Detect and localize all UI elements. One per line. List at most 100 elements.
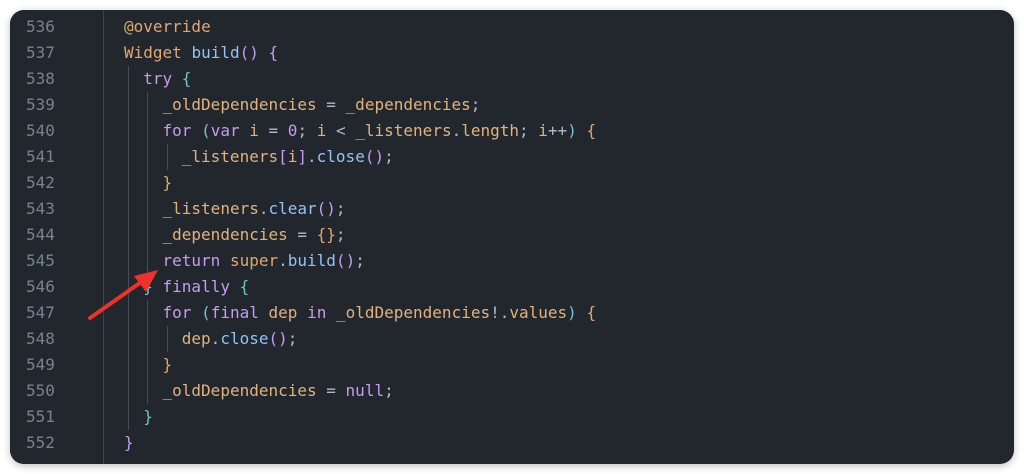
code-token: () xyxy=(239,43,259,62)
code-token: () xyxy=(316,199,336,218)
indent-guide xyxy=(128,352,129,378)
indent-guide xyxy=(128,170,129,196)
code-line[interactable]: 548 dep.close(); xyxy=(10,326,1014,352)
code-token: [ xyxy=(278,147,288,166)
code-token: null xyxy=(345,381,385,400)
code-token: i xyxy=(249,121,259,140)
code-line[interactable]: 550 _oldDependencies = null; xyxy=(10,378,1014,404)
code-text: _listeners.clear(); xyxy=(163,196,346,222)
code-token: @override xyxy=(124,17,211,36)
code-line[interactable]: 549} xyxy=(10,352,1014,378)
code-token: values xyxy=(509,303,568,322)
code-token: ; xyxy=(470,95,481,114)
code-text: Widget build() { xyxy=(124,40,278,66)
line-number: 544 xyxy=(26,225,55,244)
code-token: dep xyxy=(181,329,211,348)
code-token: ; xyxy=(335,225,346,244)
code-token: ; xyxy=(297,121,317,140)
indent-guide xyxy=(128,222,129,248)
code-token: . xyxy=(210,329,221,348)
indent-guide xyxy=(147,92,149,118)
code-line[interactable]: 544 _dependencies = {}; xyxy=(10,222,1014,248)
code-token: _dependencies xyxy=(162,225,288,244)
code-token: finally xyxy=(162,277,230,296)
code-token: close xyxy=(316,147,365,166)
line-number: 538 xyxy=(26,69,55,88)
code-token: () xyxy=(335,251,356,270)
line-number: 550 xyxy=(26,381,55,400)
code-line[interactable]: 538 try { xyxy=(10,66,1014,92)
line-number: 552 xyxy=(26,433,55,452)
indent-guide xyxy=(147,196,149,222)
code-line[interactable]: 542} xyxy=(10,170,1014,196)
code-token: ( xyxy=(201,121,211,140)
code-token: i xyxy=(287,147,298,166)
code-token: for xyxy=(162,121,192,140)
code-token: ; xyxy=(519,121,539,140)
code-token: } xyxy=(143,407,153,426)
code-token: ] xyxy=(297,147,308,166)
code-token: ; xyxy=(355,251,365,270)
code-token: < xyxy=(326,121,356,140)
code-text: dep.close(); xyxy=(182,326,298,352)
line-number: 541 xyxy=(26,147,55,166)
line-number: 546 xyxy=(26,277,55,296)
indent-guide xyxy=(128,92,129,118)
code-token: { xyxy=(181,69,192,88)
indent-guide xyxy=(128,378,129,404)
code-token: Widget xyxy=(124,43,182,62)
code-token: build xyxy=(191,43,240,62)
code-line[interactable]: 536 @override xyxy=(10,14,1014,40)
indent-guide xyxy=(128,196,129,222)
code-token: var xyxy=(210,121,240,140)
indent-guide xyxy=(147,222,149,248)
indent-guide xyxy=(147,118,149,144)
code-token: dep xyxy=(268,303,298,322)
line-number: 540 xyxy=(26,121,55,140)
code-token: ++ xyxy=(547,121,568,140)
code-text: } xyxy=(124,430,134,456)
line-number: 539 xyxy=(26,95,55,114)
code-text: _oldDependencies = _dependencies; xyxy=(163,92,481,118)
code-token: try xyxy=(143,69,173,88)
line-number: 545 xyxy=(26,251,55,270)
code-token: !. xyxy=(490,303,510,322)
code-token: _listeners xyxy=(181,147,279,166)
indent-guide xyxy=(128,326,129,352)
code-line[interactable]: 551} xyxy=(10,404,1014,430)
code-text: try { xyxy=(143,66,191,92)
code-line[interactable]: 537 Widget build() { xyxy=(10,40,1014,66)
code-line[interactable]: 541 _listeners[i].close(); xyxy=(10,144,1014,170)
code-token: . xyxy=(307,147,317,166)
code-token: ( xyxy=(201,303,211,322)
code-token: i xyxy=(316,121,327,140)
indent-guide xyxy=(128,118,129,144)
code-line[interactable]: 539 _oldDependencies = _dependencies; xyxy=(10,92,1014,118)
code-token: = xyxy=(287,225,317,244)
code-token: _oldDependencies xyxy=(335,303,491,322)
code-token: () xyxy=(268,329,288,348)
indent-guide xyxy=(147,378,149,404)
code-text: @override xyxy=(124,14,211,40)
indent-guide xyxy=(166,144,168,170)
code-line[interactable]: 543 _listeners.clear(); xyxy=(10,196,1014,222)
code-token: _oldDependencies xyxy=(162,381,317,400)
indent-guide xyxy=(128,66,129,92)
code-line[interactable]: 540 for (var i = 0; i < _listeners.length… xyxy=(10,118,1014,144)
code-token: ; xyxy=(384,147,394,166)
code-token: close xyxy=(220,329,269,348)
code-token: clear xyxy=(268,199,317,218)
code-line[interactable]: 552} xyxy=(10,430,1014,456)
code-token: { xyxy=(586,303,597,322)
code-token: _listeners xyxy=(162,199,259,218)
indent-guide xyxy=(147,170,149,196)
code-token: ; xyxy=(384,381,394,400)
